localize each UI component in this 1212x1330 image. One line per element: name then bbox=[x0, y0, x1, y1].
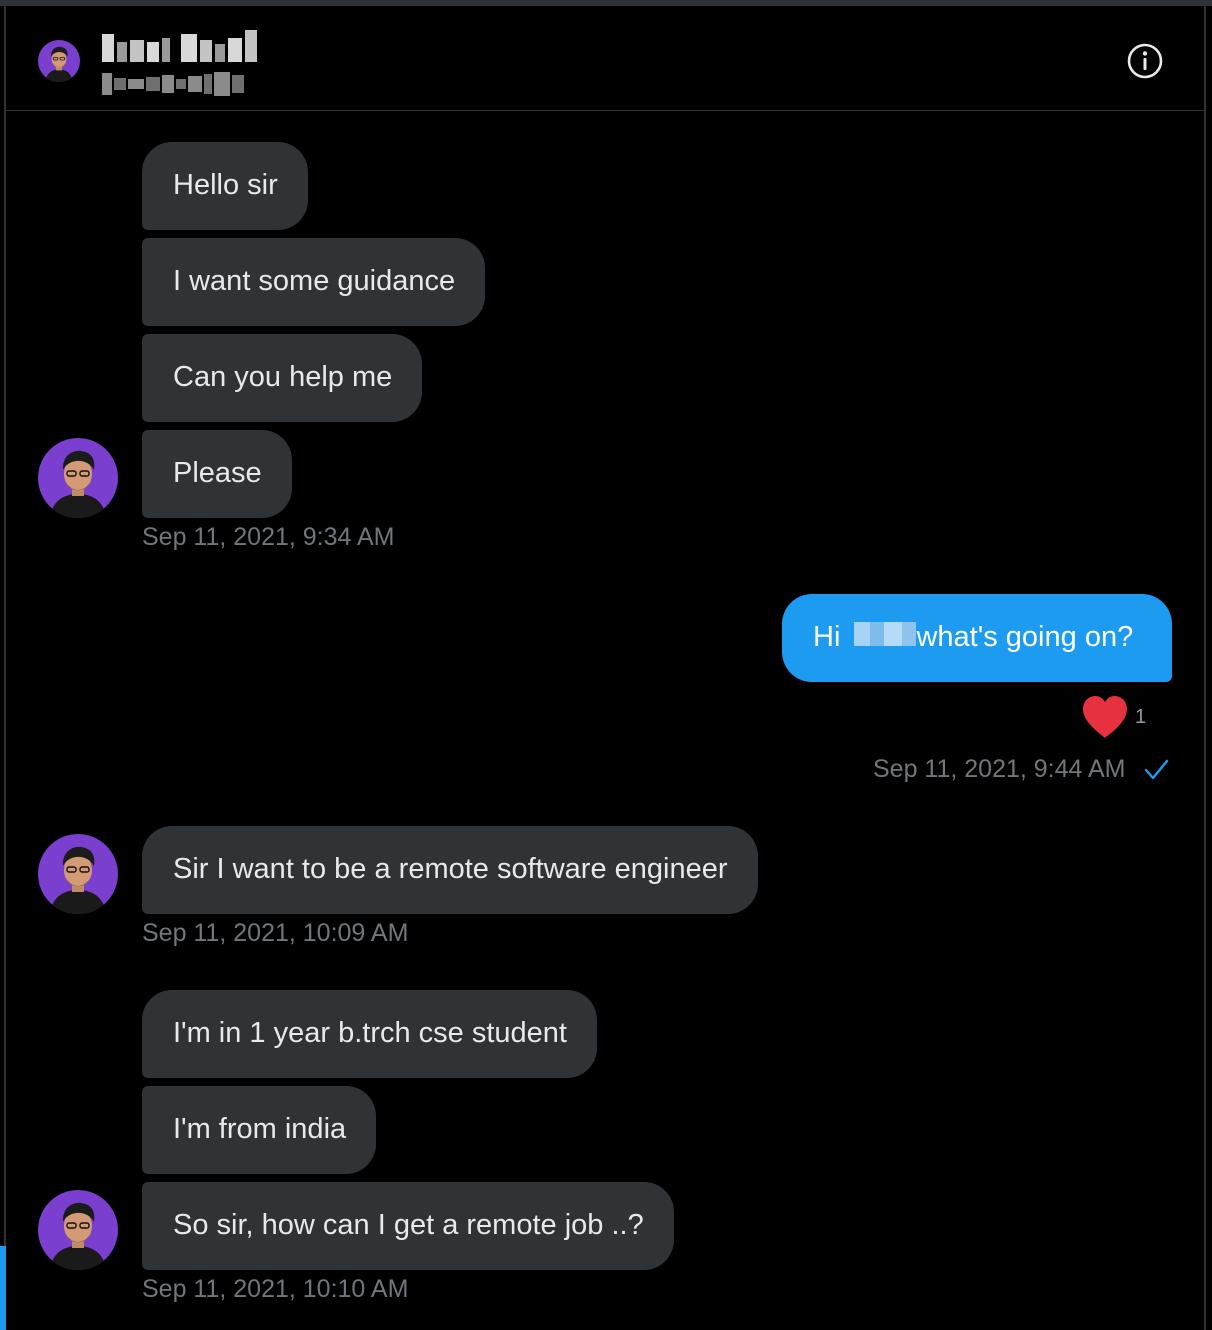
info-button[interactable] bbox=[1126, 42, 1164, 80]
message-bubble-received[interactable]: Can you help me bbox=[142, 334, 423, 422]
selection-edge-indicator bbox=[0, 1246, 6, 1330]
message-text: Please bbox=[173, 457, 262, 489]
message-timestamp: Sep 11, 2021, 10:09 AM bbox=[142, 919, 409, 947]
message-bubble-received[interactable]: So sir, how can I get a remote job ..? bbox=[142, 1182, 674, 1270]
message-text: So sir, how can I get a remote job ..? bbox=[173, 1209, 644, 1241]
message-text: Hello sir bbox=[173, 169, 278, 201]
sender-avatar[interactable] bbox=[38, 438, 118, 518]
message-bubble-received[interactable]: Sir I want to be a remote software engin… bbox=[142, 826, 758, 914]
sender-avatar[interactable] bbox=[38, 1190, 118, 1270]
conversation-header bbox=[6, 6, 1204, 111]
reaction-heart[interactable] bbox=[1080, 694, 1130, 740]
message-text: Sir I want to be a remote software engin… bbox=[173, 853, 728, 885]
checkmark-icon bbox=[1144, 759, 1169, 780]
message-bubble-received[interactable]: I'm from india bbox=[142, 1086, 377, 1174]
redacted-name bbox=[854, 622, 917, 647]
message-text: I want some guidance bbox=[173, 265, 456, 297]
avatar-image bbox=[38, 438, 118, 518]
left-divider bbox=[4, 0, 6, 1330]
message-text: I'm from india bbox=[173, 1113, 347, 1145]
message-bubble-received[interactable]: I'm in 1 year b.trch cse student bbox=[142, 990, 597, 1078]
info-icon bbox=[1127, 43, 1163, 79]
message-text-suffix: what's going on? bbox=[916, 621, 1134, 653]
heart-icon bbox=[1083, 696, 1127, 738]
sender-avatar[interactable] bbox=[38, 834, 118, 914]
header-avatar[interactable] bbox=[38, 40, 80, 82]
avatar-image bbox=[38, 40, 80, 82]
seen-status bbox=[1142, 758, 1170, 782]
message-text: Can you help me bbox=[173, 361, 393, 393]
message-bubble-received[interactable]: I want some guidance bbox=[142, 238, 486, 326]
message-bubble-sent[interactable]: Hi what's going on? bbox=[782, 594, 1172, 682]
message-timestamp: Sep 11, 2021, 9:34 AM bbox=[142, 523, 395, 551]
right-divider bbox=[1204, 0, 1206, 1330]
contact-name-redacted[interactable] bbox=[102, 28, 290, 62]
contact-handle-redacted bbox=[102, 70, 260, 98]
message-bubble-received[interactable]: Please bbox=[142, 430, 292, 518]
avatar-image bbox=[38, 834, 118, 914]
message-bubble-received[interactable]: Hello sir bbox=[142, 142, 308, 230]
reaction-count: 1 bbox=[1135, 706, 1147, 728]
avatar-image bbox=[38, 1190, 118, 1270]
message-text-prefix: Hi bbox=[813, 621, 849, 653]
message-timestamp: Sep 11, 2021, 10:10 AM bbox=[142, 1275, 409, 1303]
message-timestamp: Sep 11, 2021, 9:44 AM bbox=[873, 755, 1126, 783]
message-text: I'm in 1 year b.trch cse student bbox=[173, 1017, 567, 1049]
